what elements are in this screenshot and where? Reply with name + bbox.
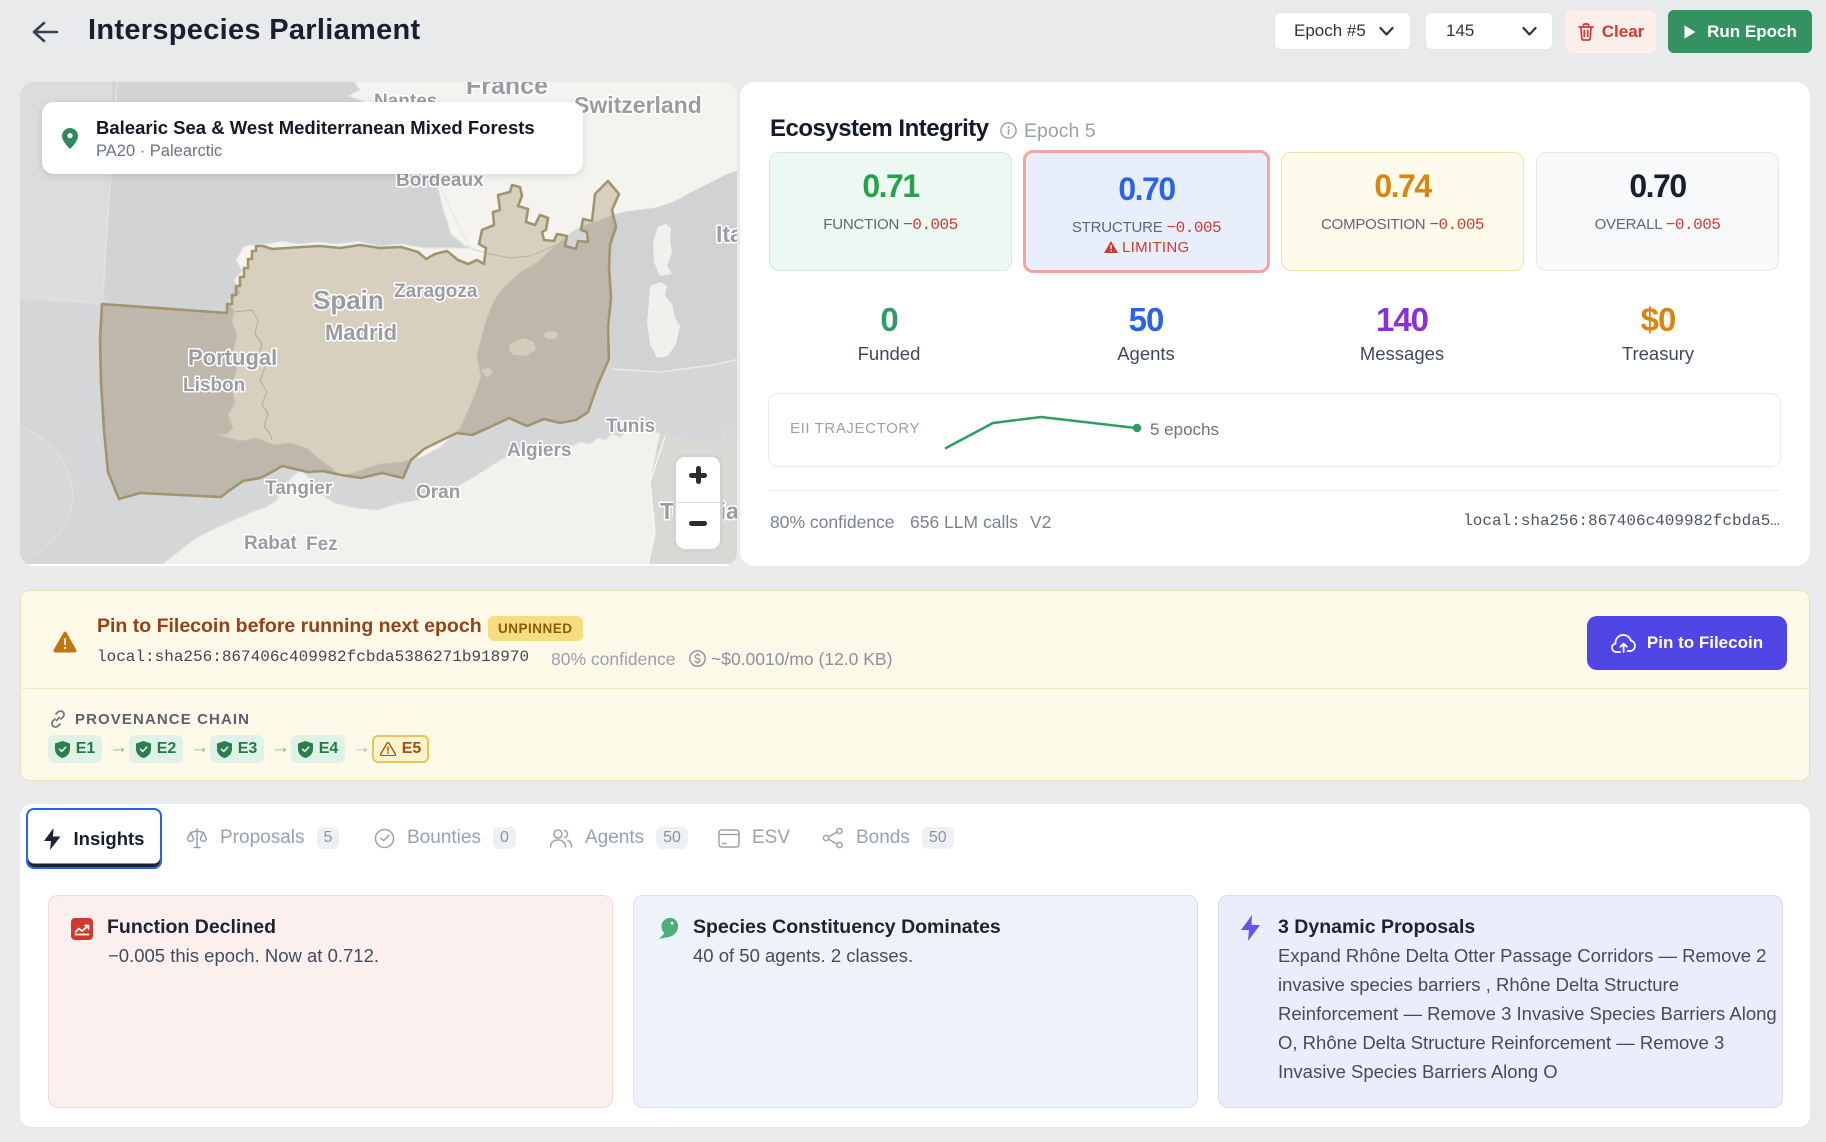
svg-text:Zaragoza: Zaragoza — [394, 281, 478, 302]
svg-text:Tangier: Tangier — [265, 478, 333, 499]
svg-text:Lisbon: Lisbon — [183, 375, 245, 396]
svg-text:Algiers: Algiers — [507, 440, 571, 461]
svg-text:Fez: Fez — [306, 534, 338, 555]
svg-text:Rabat: Rabat — [244, 533, 297, 554]
svg-text:Oran: Oran — [416, 482, 460, 503]
svg-text:Tunis: Tunis — [606, 416, 655, 437]
svg-text:Ita: Ita — [716, 221, 737, 247]
svg-text:Spain: Spain — [313, 285, 384, 315]
svg-text:Switzerland: Switzerland — [574, 92, 702, 118]
svg-text:Portugal: Portugal — [188, 345, 277, 370]
svg-text:France: France — [466, 82, 548, 100]
svg-text:Madrid: Madrid — [325, 320, 397, 345]
